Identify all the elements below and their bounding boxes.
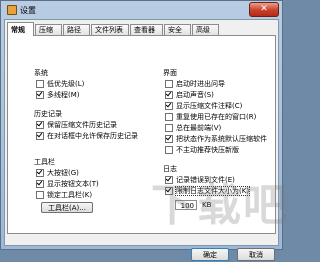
tab-compression[interactable]: 压缩 bbox=[35, 24, 62, 35]
checkbox-box[interactable] bbox=[36, 191, 44, 199]
checkbox-box[interactable] bbox=[36, 121, 44, 129]
log-errors-checkbox[interactable]: 记录错误到文件(E) bbox=[165, 175, 235, 184]
settings-window: 设置 ✕ 常规 压缩 路径 文件列表 查看器 安全 高级 系统 低优先级(L) … bbox=[0, 0, 287, 261]
interface-group-title: 界面 bbox=[163, 69, 177, 77]
log-group-title: 日志 bbox=[163, 165, 177, 173]
checkbox-box[interactable] bbox=[36, 132, 44, 140]
history-group-title: 历史记录 bbox=[34, 110, 62, 118]
checkbox-box[interactable] bbox=[165, 187, 173, 195]
general-panel: 系统 低优先级(L) 多线程(M) 历史记录 保留压缩文件历史记录 在对话框中允… bbox=[7, 35, 276, 234]
option-label: 限制日志文件大小为(K) bbox=[174, 186, 251, 196]
checkbox-box[interactable] bbox=[165, 135, 173, 143]
option-label: 启动声音(S) bbox=[176, 91, 214, 99]
option-label: 锁定工具栏(K) bbox=[47, 191, 93, 199]
toolbar-settings-button[interactable]: 工具栏(A)... bbox=[41, 202, 93, 213]
close-button[interactable]: ✕ bbox=[249, 2, 279, 17]
window-title: 设置 bbox=[20, 6, 36, 15]
dialog-body: 常规 压缩 路径 文件列表 查看器 安全 高级 系统 低优先级(L) 多线程(M… bbox=[4, 19, 279, 261]
option-label: 保留压缩文件历史记录 bbox=[47, 121, 117, 129]
startup-wizard-checkbox[interactable]: 启动时进出问导 bbox=[165, 79, 225, 88]
option-label: 在对话框中允许保存历史记录 bbox=[47, 132, 138, 140]
checkbox-box[interactable] bbox=[165, 91, 173, 99]
system-group-title: 系统 bbox=[34, 69, 48, 77]
checkbox-box[interactable] bbox=[36, 80, 44, 88]
option-label: 记录错误到文件(E) bbox=[176, 176, 235, 184]
keep-history-checkbox[interactable]: 保留压缩文件历史记录 bbox=[36, 120, 117, 129]
checkbox-box[interactable] bbox=[165, 113, 173, 121]
title-bar[interactable]: 设置 ✕ bbox=[1, 1, 282, 19]
option-label: 重复使用已存在的窗口(R) bbox=[176, 113, 257, 121]
checkbox-box[interactable] bbox=[36, 91, 44, 99]
startup-sound-checkbox[interactable]: 启动声音(S) bbox=[165, 90, 214, 99]
app-icon bbox=[7, 5, 17, 15]
large-buttons-checkbox[interactable]: 大按钮(G) bbox=[36, 168, 79, 177]
always-on-top-checkbox[interactable]: 总在最前端(V) bbox=[165, 123, 221, 132]
checkbox-box[interactable] bbox=[165, 102, 173, 110]
lock-toolbar-checkbox[interactable]: 锁定工具栏(K) bbox=[36, 190, 92, 199]
tab-security[interactable]: 安全 bbox=[164, 24, 191, 35]
checkbox-box[interactable] bbox=[165, 176, 173, 184]
tab-general[interactable]: 常规 bbox=[7, 22, 34, 36]
log-size-input[interactable]: 100 bbox=[175, 200, 197, 210]
tab-viewer[interactable]: 查看器 bbox=[130, 24, 163, 35]
tab-path[interactable]: 路径 bbox=[63, 24, 90, 35]
option-label: 不主动推荐快压新版 bbox=[176, 146, 239, 154]
checkbox-box[interactable] bbox=[165, 80, 173, 88]
log-size-unit: KB bbox=[202, 201, 212, 209]
tab-advanced[interactable]: 高级 bbox=[192, 24, 219, 35]
option-label: 把状态作为系统默认压缩软件 bbox=[176, 135, 267, 143]
multithread-checkbox[interactable]: 多线程(M) bbox=[36, 90, 80, 99]
option-label: 启动时进出问导 bbox=[176, 80, 225, 88]
option-label: 显示按钮文本(T) bbox=[47, 180, 99, 188]
dialog-history-checkbox[interactable]: 在对话框中允许保存历史记录 bbox=[36, 131, 138, 140]
checkbox-box[interactable] bbox=[165, 146, 173, 154]
option-label: 多线程(M) bbox=[47, 91, 80, 99]
toolbar-group-title: 工具栏 bbox=[34, 158, 55, 166]
option-label: 显示压缩文件注释(C) bbox=[176, 102, 243, 110]
option-label: 低优先级(L) bbox=[47, 80, 85, 88]
low-priority-checkbox[interactable]: 低优先级(L) bbox=[36, 79, 84, 88]
no-update-recommend-checkbox[interactable]: 不主动推荐快压新版 bbox=[165, 145, 239, 154]
checkbox-box[interactable] bbox=[36, 169, 44, 177]
option-label: 总在最前端(V) bbox=[176, 124, 222, 132]
tab-file-list[interactable]: 文件列表 bbox=[91, 24, 129, 35]
reuse-window-checkbox[interactable]: 重复使用已存在的窗口(R) bbox=[165, 112, 256, 121]
checkbox-box[interactable] bbox=[36, 180, 44, 188]
show-comments-checkbox[interactable]: 显示压缩文件注释(C) bbox=[165, 101, 242, 110]
limit-log-size-checkbox[interactable]: 限制日志文件大小为(K) bbox=[165, 186, 251, 196]
option-label: 大按钮(G) bbox=[47, 169, 79, 177]
checkbox-box[interactable] bbox=[165, 124, 173, 132]
default-archiver-checkbox[interactable]: 把状态作为系统默认压缩软件 bbox=[165, 134, 267, 143]
show-button-text-checkbox[interactable]: 显示按钮文本(T) bbox=[36, 179, 99, 188]
